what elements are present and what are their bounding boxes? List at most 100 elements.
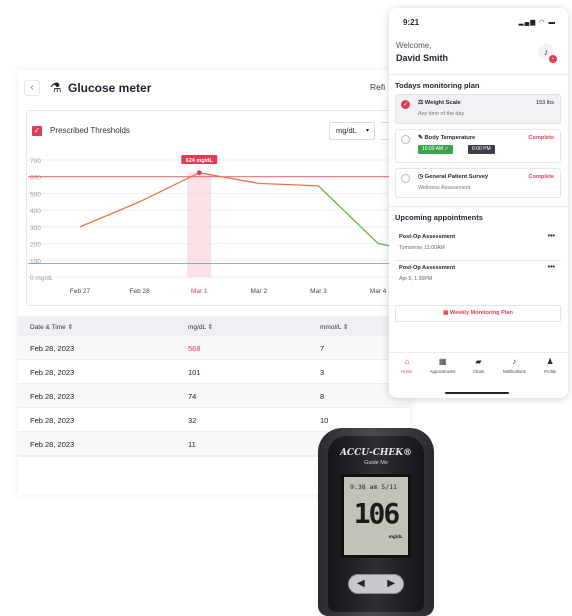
- tab-label: Chats: [473, 369, 484, 374]
- cell-mgdl: 11: [188, 440, 196, 449]
- complete-link[interactable]: Complete: [529, 174, 555, 180]
- task-name: ◷ General Patient Survey: [418, 174, 489, 180]
- x-tick-label: Feb 27: [70, 288, 91, 295]
- thresholds-label: Prescribed Thresholds: [50, 126, 130, 135]
- table-row[interactable]: Feb 28, 2023 74 8: [18, 384, 410, 408]
- meter-face: ACCU-CHEK® Guide Me 9:38 am 5/11 106 mg/…: [328, 436, 424, 612]
- weekly-plan-button[interactable]: ▦ Weekly Monitoring Plan: [395, 305, 561, 322]
- right-arrow-icon[interactable]: ▶: [387, 578, 395, 589]
- table-row[interactable]: Feb 28, 2023 101 3: [18, 360, 410, 384]
- appointment-item[interactable]: Post-Op Assessment Tomorrow, 11:00AM •••: [395, 230, 561, 260]
- appointment-item[interactable]: Post-Op Assessment Apr 5, 1:30PM •••: [395, 261, 561, 291]
- glucose-meter-icon: ⚗: [50, 80, 62, 95]
- x-tick-label: Mar 2: [251, 288, 268, 295]
- y-tick-label: 500: [30, 191, 41, 198]
- cell-date: Feb 28, 2023: [30, 392, 75, 401]
- unchecked-icon[interactable]: [401, 174, 410, 183]
- status-time: 9:21: [403, 18, 420, 27]
- bell-icon: ♪: [543, 47, 549, 57]
- tab-label: Home: [401, 369, 413, 374]
- meter-reading: 106: [353, 497, 401, 530]
- chevron-down-icon: ▾: [365, 128, 369, 134]
- glucose-meter-device: ACCU-CHEK® Guide Me 9:38 am 5/11 106 mg/…: [318, 428, 434, 616]
- refresh-button[interactable]: Refi: [370, 82, 385, 92]
- home-indicator: [445, 392, 509, 394]
- y-tick-label: 0 mg/dL: [30, 275, 54, 282]
- time-pill-done[interactable]: 10:00 AM ✓: [418, 145, 453, 154]
- x-tick-label: Mar 4: [370, 288, 387, 295]
- time-pill-pending[interactable]: 6:00 PM: [468, 145, 495, 154]
- glucose-chart: 7006005004003002001000 mg/dL624 mg/dL624…: [28, 155, 410, 295]
- tab-profile[interactable]: ♟ Profile: [533, 356, 567, 386]
- unchecked-icon[interactable]: [401, 135, 410, 144]
- series-line-segment: [318, 185, 379, 245]
- divider: [389, 352, 568, 353]
- x-tick-label: Mar 3: [310, 288, 327, 295]
- mobile-app: 9:21 ▂▄▆ ◠ ▬ Welcome, David Smith ♪ • To…: [389, 8, 568, 398]
- data-point-peak: [196, 170, 202, 176]
- appointment-time: Apr 5, 1:30PM: [399, 276, 433, 282]
- cell-mgdl: 32: [188, 416, 197, 425]
- unit-select[interactable]: mg/dL ▾: [329, 122, 375, 140]
- task-patient-survey[interactable]: ◷ General Patient Survey Wellness Assess…: [395, 168, 561, 198]
- y-tick-label: 300: [30, 225, 41, 232]
- col-mgdl-header[interactable]: mg/dL ⇕: [188, 323, 213, 331]
- task-value: 153 lbs: [535, 100, 554, 106]
- col-date-header[interactable]: Date & Time ⇕: [30, 323, 73, 331]
- tab-bar: ⌂ Home ▦ Appointments ▰ Chats ♪ Notifica…: [389, 356, 568, 386]
- meter-brand: ACCU-CHEK®: [339, 448, 413, 458]
- thresholds-checkbox[interactable]: ✓: [32, 126, 42, 136]
- welcome-text: Welcome,: [396, 41, 432, 50]
- back-button[interactable]: ‹: [24, 80, 40, 96]
- appointment-name: Post-Op Assessment: [399, 234, 456, 240]
- col-mmol-header[interactable]: mmol/L ⇕: [320, 323, 348, 331]
- task-weight-scale[interactable]: ✓ ⚖ Weight Scale Any time of the day 153…: [395, 94, 561, 124]
- more-icon[interactable]: •••: [548, 264, 555, 271]
- cell-mgdl: 101: [188, 368, 201, 377]
- tab-appointments[interactable]: ▦ Appointments: [426, 356, 460, 386]
- y-tick-label: 200: [30, 242, 41, 249]
- tab-home[interactable]: ⌂ Home: [390, 356, 424, 386]
- series-line-segment: [258, 182, 319, 187]
- tab-label: Notifications: [502, 369, 526, 374]
- notification-badge: •: [549, 55, 557, 63]
- cell-date: Feb 28, 2023: [30, 368, 75, 377]
- task-subtitle: Any time of the day: [418, 111, 465, 117]
- task-name: ⚖ Weight Scale: [418, 100, 461, 106]
- appointments-title: Upcoming appointments: [395, 213, 483, 222]
- profile-icon: ♟: [546, 357, 554, 366]
- cell-mmol: 7: [320, 344, 325, 353]
- notifications-button[interactable]: ♪ •: [538, 44, 557, 63]
- chat-icon: ▰: [475, 357, 482, 366]
- cell-mmol: 8: [320, 392, 325, 401]
- x-tick-label: Feb 28: [129, 288, 150, 295]
- y-tick-label: 700: [30, 158, 41, 165]
- y-tick-label: 400: [30, 208, 41, 215]
- appointment-time: Tomorrow, 11:00AM: [399, 245, 445, 251]
- tab-chats[interactable]: ▰ Chats: [461, 356, 495, 386]
- divider: [389, 206, 568, 207]
- check-icon: ✓: [401, 100, 410, 109]
- more-icon[interactable]: •••: [548, 233, 555, 240]
- bell-icon: ♪: [512, 357, 517, 366]
- panel-header: ‹ ⚗ Glucose meter Refi: [18, 70, 410, 106]
- series-line-segment: [79, 201, 140, 228]
- task-body-temperature[interactable]: ✎ Body Temperature 10:00 AM ✓ 6:00 PM Co…: [395, 129, 561, 163]
- tab-notifications[interactable]: ♪ Notifications: [497, 356, 531, 386]
- home-icon: ⌂: [404, 357, 410, 366]
- complete-link[interactable]: Complete: [529, 135, 555, 141]
- tab-label: Profile: [544, 369, 557, 374]
- meter-unit: mg/dL: [388, 535, 403, 540]
- table-row[interactable]: Feb 28, 2023 568 7: [18, 336, 410, 360]
- meter-nav-pad[interactable]: ◀ ▶: [348, 574, 404, 594]
- task-name: ✎ Body Temperature: [418, 135, 476, 141]
- meter-time: 9:38 am 5/11: [350, 483, 397, 491]
- cell-date: Feb 28, 2023: [30, 416, 75, 425]
- left-arrow-icon[interactable]: ◀: [357, 578, 365, 589]
- cell-mgdl: 74: [188, 392, 197, 401]
- plan-title: Todays monitoring plan: [395, 81, 480, 90]
- appointment-name: Post-Op Assessment: [399, 265, 456, 271]
- cell-date: Feb 28, 2023: [30, 440, 75, 449]
- meter-screen: 9:38 am 5/11 106 mg/dL: [341, 474, 411, 558]
- divider: [389, 74, 568, 75]
